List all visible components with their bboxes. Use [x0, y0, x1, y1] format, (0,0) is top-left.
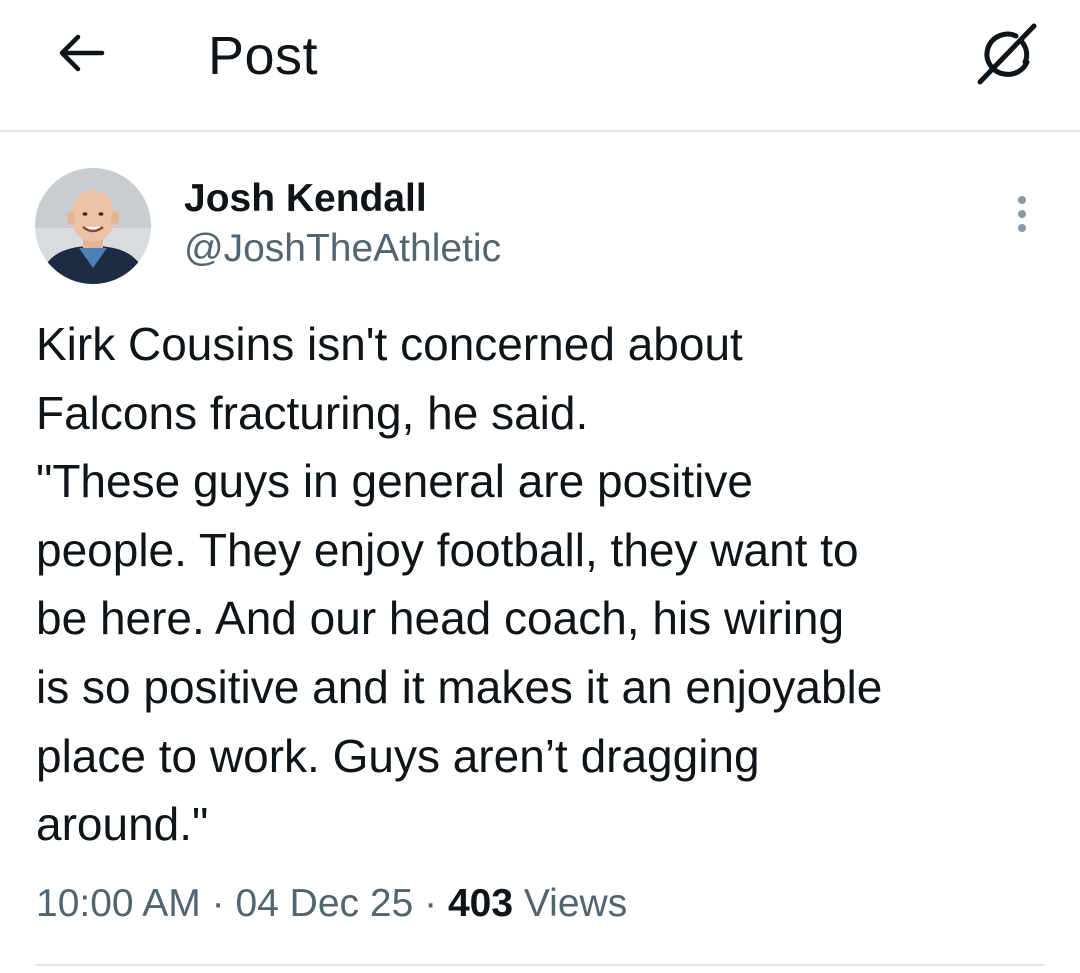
meta-separator: · [424, 882, 438, 925]
post-meta: 10:00 AM · 04 Dec 25 · 403 Views [36, 878, 627, 930]
top-app-bar: Post [0, 0, 1080, 132]
back-button[interactable] [50, 24, 112, 86]
views-count[interactable]: 403 [448, 882, 513, 925]
author-handle[interactable]: @JoshTheAthletic [184, 226, 501, 272]
grok-icon [977, 23, 1037, 85]
post-text: Kirk Cousins isn't concerned about Falco… [36, 318, 883, 851]
meta-separator: · [211, 882, 225, 925]
post-time[interactable]: 10:00 AM [36, 882, 201, 925]
profile-photo [35, 168, 151, 284]
post-date[interactable]: 04 Dec 25 [235, 882, 413, 925]
views-label[interactable]: Views [524, 882, 627, 925]
avatar[interactable] [35, 168, 151, 284]
author-name[interactable]: Josh Kendall [184, 176, 427, 222]
divider [36, 964, 1044, 966]
more-vertical-icon [1018, 196, 1026, 232]
more-options-button[interactable] [1000, 192, 1044, 240]
arrow-left-icon [59, 34, 105, 72]
page-title: Post [208, 26, 319, 86]
grok-button[interactable] [972, 18, 1044, 90]
